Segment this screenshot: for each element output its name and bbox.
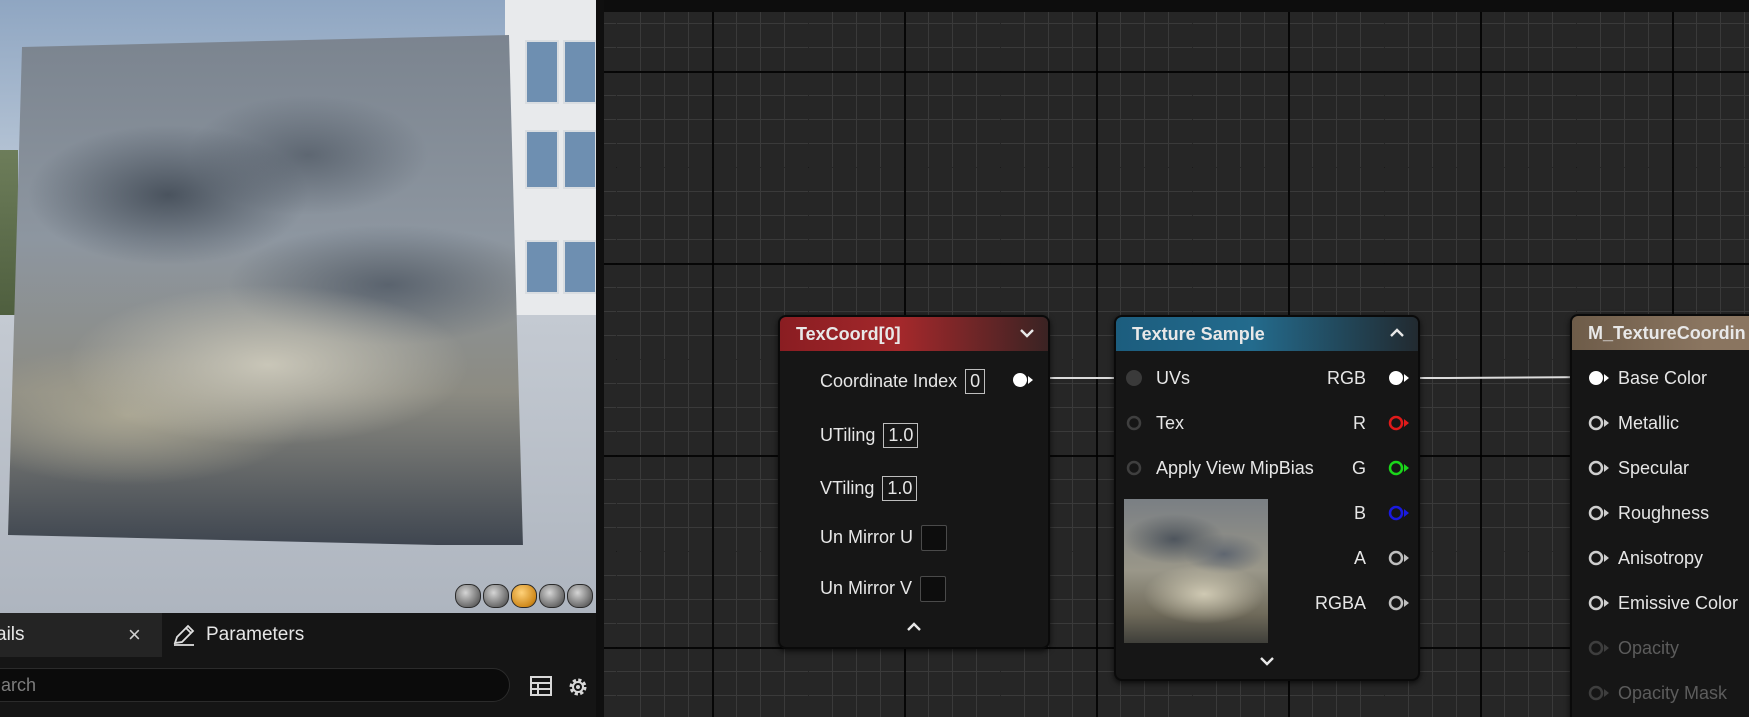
uvs-input-pin[interactable] (1126, 370, 1142, 386)
search-input[interactable] (0, 668, 510, 702)
uvs-input-label: UVs (1156, 368, 1191, 388)
node-texture-sample[interactable]: Texture Sample UVs Tex Apply View MipBia… (1114, 315, 1420, 681)
utiling-label: UTiling (820, 425, 876, 445)
a-output-pin[interactable] (1388, 550, 1410, 566)
custom-mesh-preview-button[interactable] (567, 584, 593, 608)
r-output-pin[interactable] (1388, 415, 1410, 431)
viewport-building (505, 0, 596, 320)
un-mirror-v-checkbox[interactable] (920, 576, 947, 602)
metallic-input-pin[interactable] (1588, 415, 1610, 431)
tab-details-label: ails (0, 624, 25, 645)
vtiling-label: VTiling (820, 478, 875, 498)
chevron-down-icon[interactable] (1258, 654, 1276, 668)
texcoord-output-pin[interactable] (1012, 372, 1034, 388)
vtiling-field[interactable]: 1.0 (882, 476, 918, 501)
base-color-input-label: Base Color (1618, 368, 1708, 388)
un-mirror-v-label: Un Mirror V (820, 577, 913, 598)
chevron-up-icon[interactable] (1388, 324, 1406, 342)
tab-details[interactable]: ails × (0, 613, 162, 657)
table-icon[interactable] (530, 676, 552, 696)
r-output-label: R (1353, 413, 1366, 433)
rgb-output-label: RGB (1326, 368, 1366, 388)
material-preview-viewport[interactable] (0, 0, 596, 613)
node-texcoord-title: TexCoord[0] (796, 323, 901, 344)
details-panel: ails × Parameters (0, 613, 596, 717)
utiling-row: UTiling 1.0 (820, 423, 919, 448)
node-texture-sample-header[interactable]: Texture Sample (1116, 317, 1418, 351)
apply-view-mipbias-input-label: Apply View MipBias (1156, 458, 1314, 478)
panel-splitter[interactable] (596, 0, 604, 717)
apply-view-mipbias-input-pin[interactable] (1126, 460, 1142, 476)
sphere-preview-button[interactable] (483, 584, 509, 608)
opacity-mask-input-pin (1588, 685, 1609, 701)
preview-plane-mesh (8, 35, 523, 545)
node-material-title: M_TextureCoordin (1588, 322, 1746, 343)
anisotropy-input-label: Anisotropy (1618, 548, 1704, 568)
g-output-label: G (1351, 458, 1366, 478)
chevron-up-icon[interactable] (905, 619, 923, 633)
rgb-output-pin[interactable] (1388, 370, 1410, 386)
emissive-color-input-pin[interactable] (1588, 595, 1610, 611)
opacity-mask-input-label: Opacity Mask (1618, 683, 1728, 703)
roughness-input-pin[interactable] (1588, 505, 1610, 521)
pencil-icon (173, 624, 195, 646)
g-output-pin[interactable] (1388, 460, 1410, 476)
texture-preview-thumbnail[interactable] (1124, 499, 1268, 643)
node-texcoord[interactable]: TexCoord[0] Coordinate Index 0 UTiling 1.0… (778, 315, 1050, 649)
plane-preview-button[interactable] (511, 584, 537, 608)
anisotropy-input-pin[interactable] (1588, 550, 1610, 566)
specular-input-label: Specular (1618, 458, 1690, 478)
coordinate-index-row: Coordinate Index 0 (820, 369, 986, 394)
cylinder-preview-button[interactable] (455, 584, 481, 608)
coordinate-index-label: Coordinate Index (820, 371, 958, 391)
utiling-field[interactable]: 1.0 (883, 423, 919, 448)
vtiling-row: VTiling 1.0 (820, 476, 918, 501)
tex-input-pin[interactable] (1126, 415, 1142, 431)
tex-input-label: Tex (1156, 413, 1185, 433)
specular-input-pin[interactable] (1588, 460, 1610, 476)
preview-shape-toolbar (455, 584, 593, 608)
node-material-header[interactable]: M_TextureCoordin (1572, 316, 1749, 350)
b-output-label: B (1353, 503, 1366, 523)
chevron-down-icon[interactable] (1018, 324, 1036, 342)
b-output-pin[interactable] (1388, 505, 1410, 521)
opacity-input-label: Opacity (1618, 638, 1680, 658)
un-mirror-u-label: Un Mirror U (820, 526, 913, 547)
coordinate-index-field[interactable]: 0 (965, 369, 986, 394)
roughness-input-label: Roughness (1618, 503, 1710, 523)
tab-parameters[interactable]: Parameters (172, 613, 304, 657)
close-icon[interactable]: × (128, 622, 141, 648)
node-texture-sample-title: Texture Sample (1132, 323, 1265, 344)
un-mirror-u-row: Un Mirror U (820, 525, 947, 551)
opacity-input-pin (1588, 640, 1609, 656)
a-output-label: A (1353, 548, 1366, 568)
material-graph-canvas[interactable]: TexCoord[0] Coordinate Index 0 UTiling 1.0… (596, 0, 1749, 717)
base-color-input-pin[interactable] (1588, 370, 1610, 386)
metallic-input-label: Metallic (1618, 413, 1680, 433)
emissive-color-input-label: Emissive Color (1618, 593, 1739, 613)
gear-icon[interactable] (566, 675, 590, 699)
node-material-output[interactable]: M_TextureCoordin Base Color Metallic Spe… (1570, 314, 1749, 717)
rgba-output-pin[interactable] (1388, 595, 1410, 611)
tab-parameters-label: Parameters (206, 624, 305, 645)
un-mirror-u-checkbox[interactable] (921, 525, 947, 551)
rgba-output-label: RGBA (1314, 593, 1366, 613)
un-mirror-v-row: Un Mirror V (820, 576, 947, 602)
cube-preview-button[interactable] (539, 584, 565, 608)
node-texcoord-header[interactable]: TexCoord[0] (780, 317, 1048, 351)
